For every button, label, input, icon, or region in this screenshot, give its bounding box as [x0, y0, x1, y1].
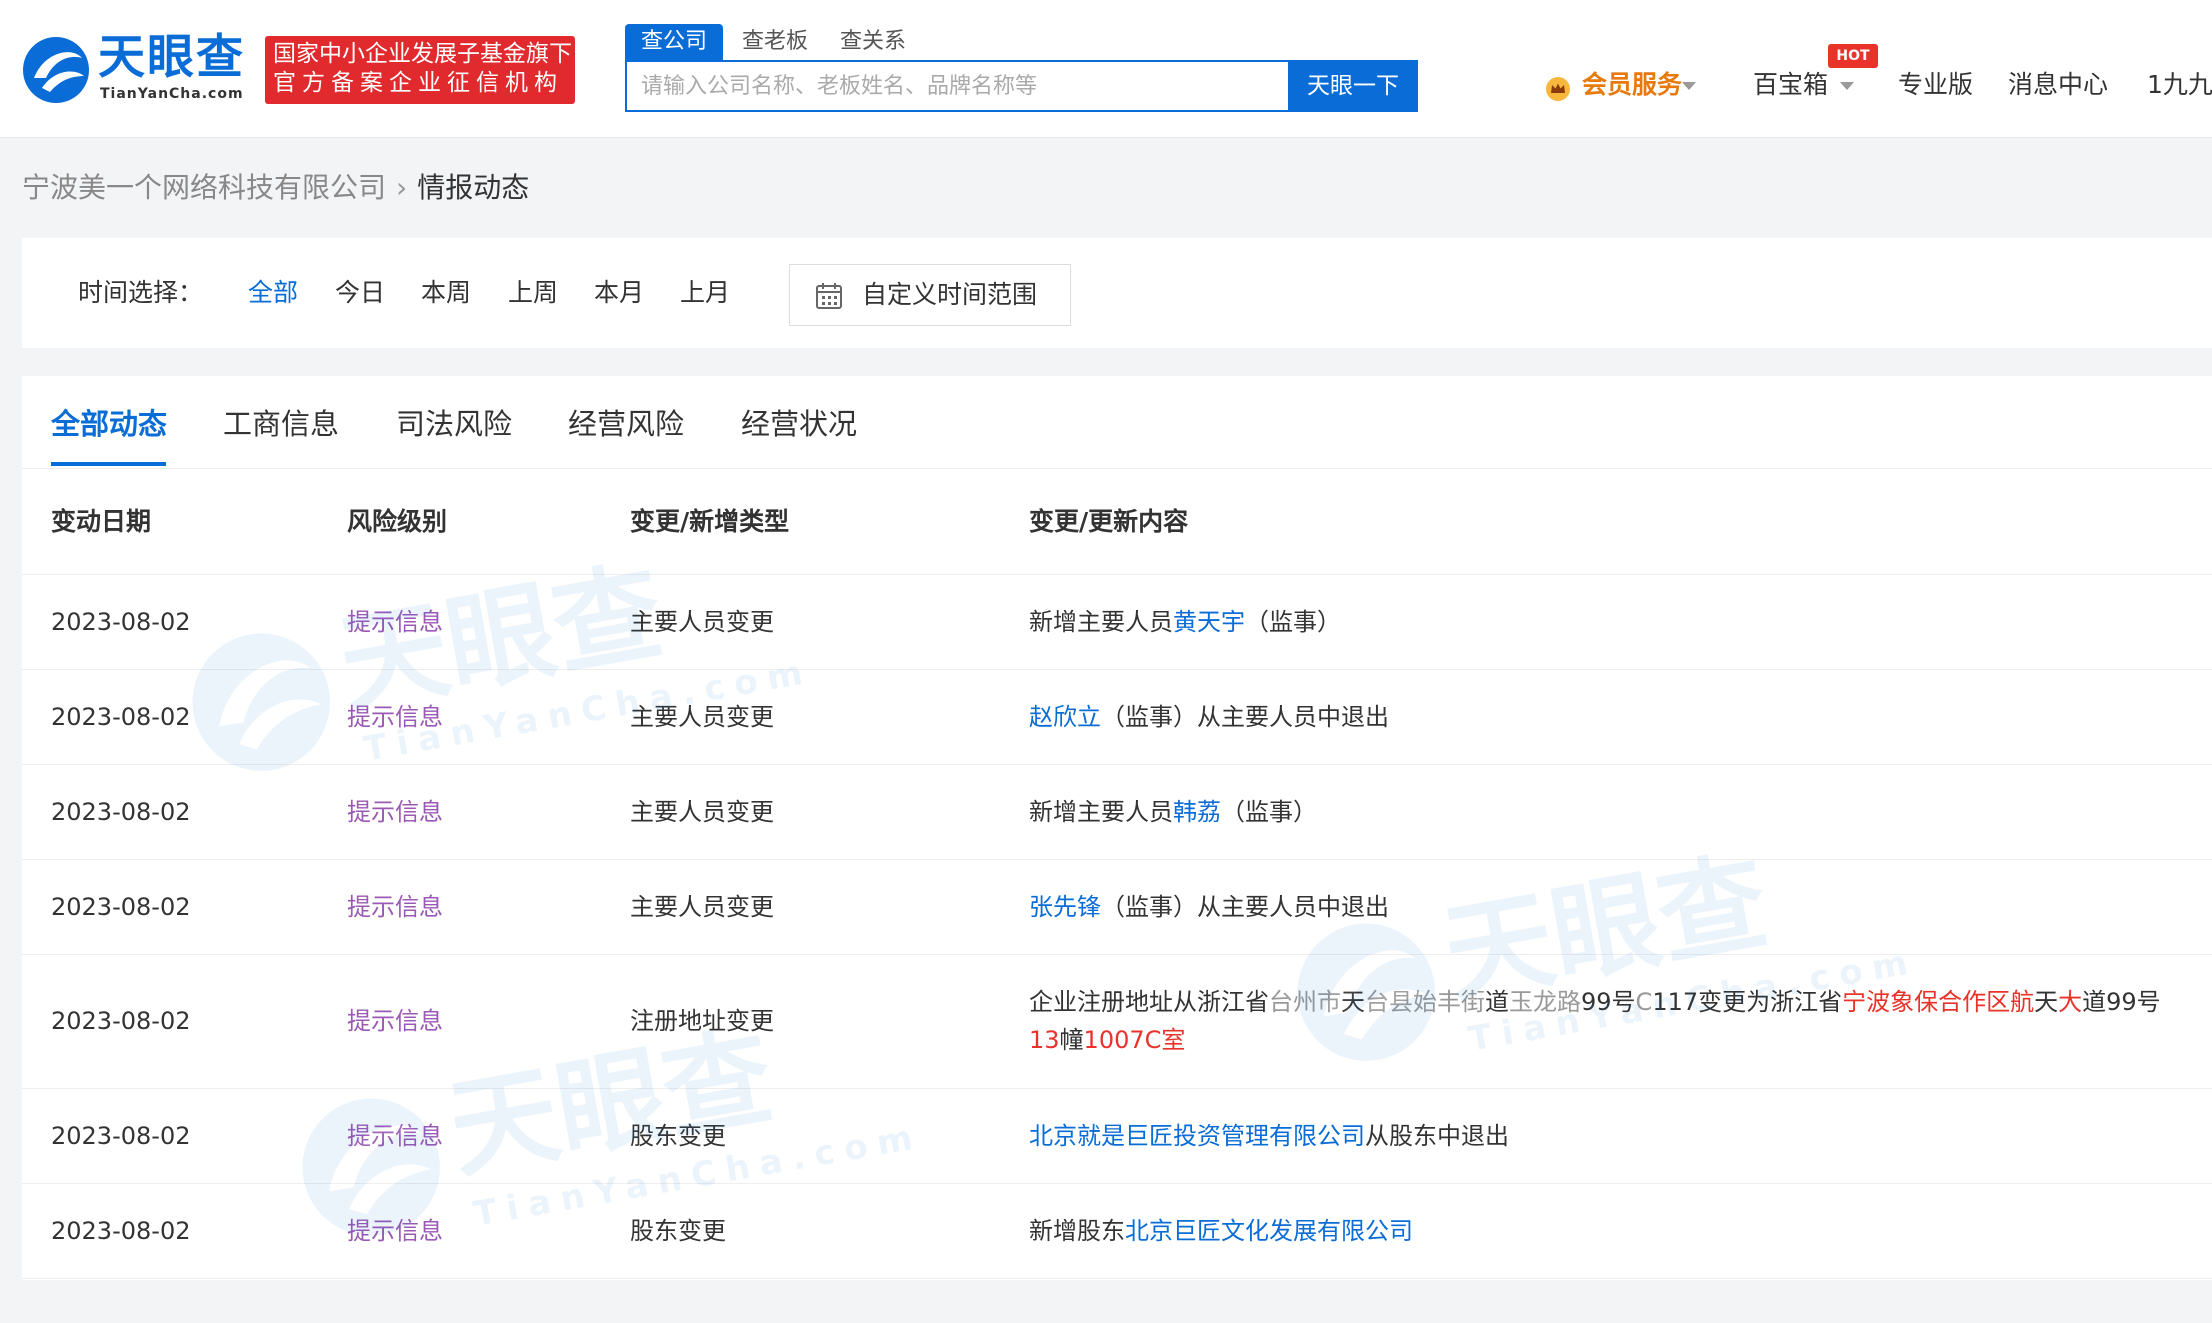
- news-panel: 全部动态 工商信息 司法风险 经营风险 经营状况 变动日期 风险级别 变更/新增…: [22, 376, 2212, 1280]
- row-change-type: 股东变更: [630, 1122, 726, 1150]
- badge-line-2: 官方备案企业征信机构: [273, 70, 563, 96]
- table-row: 2023-08-02 提示信息 股东变更 新增股东北京巨匠文化发展有限公司: [22, 1184, 2212, 1279]
- table-row: 2023-08-02 提示信息 主要人员变更 新增主要人员韩荔（监事）: [22, 765, 2212, 860]
- time-option-last-week[interactable]: 上周: [508, 275, 558, 311]
- person-link[interactable]: 张先锋: [1029, 893, 1101, 921]
- row-date: 2023-08-02: [51, 608, 191, 636]
- column-header-risk-level: 风险级别: [347, 507, 448, 536]
- content-prefix: 新增主要人员: [1029, 798, 1173, 826]
- row-change-type: 主要人员变更: [630, 798, 774, 826]
- company-link[interactable]: 北京巨匠文化发展有限公司: [1125, 1217, 1413, 1245]
- breadcrumb: 宁波美一个网络科技有限公司 › 情报动态: [22, 168, 529, 208]
- row-date: 2023-08-02: [51, 1217, 191, 1245]
- search-input[interactable]: [625, 60, 1288, 112]
- tab-operating-status[interactable]: 经营状况: [741, 402, 857, 446]
- table-row: 2023-08-02 提示信息 股东变更 北京就是巨匠投资管理有限公司从股东中退…: [22, 1089, 2212, 1184]
- tab-all-news[interactable]: 全部动态: [51, 402, 167, 446]
- row-content: 新增股东北京巨匠文化发展有限公司: [1029, 1212, 1413, 1250]
- row-date: 2023-08-02: [51, 1122, 191, 1150]
- breadcrumb-company-link[interactable]: 宁波美一个网络科技有限公司: [22, 171, 386, 204]
- table-row: 2023-08-02 提示信息 主要人员变更 赵欣立（监事）从主要人员中退出: [22, 670, 2212, 765]
- time-filter-label: 时间选择：: [78, 278, 204, 307]
- active-tab-indicator: [51, 462, 166, 466]
- logo-text[interactable]: 天眼查: [98, 32, 245, 84]
- logo-domain: TianYanCha.com: [100, 86, 244, 102]
- search-tab-relation[interactable]: 查关系: [838, 24, 908, 60]
- time-option-today[interactable]: 今日: [335, 275, 385, 311]
- official-badge: 国家中小企业发展子基金旗下 官方备案企业征信机构: [265, 36, 575, 104]
- content-suffix: （监事）: [1245, 608, 1341, 636]
- content-prefix: 新增主要人员: [1029, 608, 1173, 636]
- row-date: 2023-08-02: [51, 893, 191, 921]
- table-row: 2023-08-02 提示信息 注册地址变更 企业注册地址从浙江省台州市天台县始…: [22, 955, 2212, 1089]
- content-prefix: 新增股东: [1029, 1217, 1125, 1245]
- row-change-type: 主要人员变更: [630, 608, 774, 636]
- calendar-icon: [816, 283, 842, 309]
- crown-icon: [1546, 77, 1570, 101]
- address-line-1: 企业注册地址从浙江省台州市天台县始丰街道玉龙路99号C117变更为浙江省宁波象保…: [1029, 988, 2161, 1016]
- message-center-link[interactable]: 消息中心: [2008, 68, 2108, 102]
- row-content: 张先锋（监事）从主要人员中退出: [1029, 888, 1389, 926]
- time-filter-panel: 时间选择： 全部 今日 本周 上周 本月 上月 自定义时间范围: [22, 238, 2212, 348]
- row-change-type: 主要人员变更: [630, 703, 774, 731]
- search-button[interactable]: 天眼一下: [1288, 60, 1418, 112]
- row-risk-level[interactable]: 提示信息: [347, 1117, 443, 1155]
- vip-service-link[interactable]: 会员服务: [1582, 68, 1682, 102]
- table-row: 2023-08-02 提示信息 主要人员变更 新增主要人员黄天宇（监事）: [22, 575, 2212, 670]
- user-menu[interactable]: 1九九: [2147, 68, 2212, 102]
- time-option-this-week[interactable]: 本周: [421, 275, 471, 311]
- tab-operating-risk[interactable]: 经营风险: [568, 402, 684, 446]
- row-change-type: 股东变更: [630, 1217, 726, 1245]
- row-change-type: 注册地址变更: [630, 1007, 774, 1035]
- toolbox-link[interactable]: 百宝箱: [1753, 68, 1828, 102]
- row-date: 2023-08-02: [51, 703, 191, 731]
- breadcrumb-current: 情报动态: [417, 171, 530, 204]
- custom-time-range-button[interactable]: 自定义时间范围: [789, 264, 1071, 326]
- top-header: 天眼查 TianYanCha.com 国家中小企业发展子基金旗下 官方备案企业征…: [0, 0, 2212, 138]
- hot-badge: HOT: [1828, 44, 1878, 68]
- row-risk-level[interactable]: 提示信息: [347, 793, 443, 831]
- search-tab-company[interactable]: 查公司: [625, 24, 723, 60]
- row-risk-level[interactable]: 提示信息: [347, 698, 443, 736]
- row-content: 新增主要人员黄天宇（监事）: [1029, 603, 1341, 641]
- company-link[interactable]: 北京就是巨匠投资管理有限公司: [1029, 1122, 1365, 1150]
- breadcrumb-separator-icon: ›: [396, 171, 408, 204]
- tabs-divider: [22, 468, 2212, 469]
- column-header-date: 变动日期: [51, 507, 152, 536]
- row-date: 2023-08-02: [51, 1007, 191, 1035]
- time-option-this-month[interactable]: 本月: [594, 275, 644, 311]
- content-suffix: （监事）从主要人员中退出: [1101, 703, 1389, 731]
- person-link[interactable]: 黄天宇: [1173, 608, 1245, 636]
- row-change-type: 主要人员变更: [630, 893, 774, 921]
- row-risk-level[interactable]: 提示信息: [347, 603, 443, 641]
- tab-business-info[interactable]: 工商信息: [223, 402, 339, 446]
- row-content: 北京就是巨匠投资管理有限公司从股东中退出: [1029, 1117, 1509, 1155]
- search-tab-boss[interactable]: 查老板: [740, 24, 810, 60]
- toolbox-dropdown-caret-icon[interactable]: [1840, 82, 1854, 90]
- content-suffix: （监事）从主要人员中退出: [1101, 893, 1389, 921]
- column-header-content: 变更/更新内容: [1029, 507, 1189, 536]
- time-option-all[interactable]: 全部: [248, 275, 298, 311]
- row-date: 2023-08-02: [51, 798, 191, 826]
- vip-dropdown-caret-icon[interactable]: [1682, 82, 1696, 90]
- column-header-change-type: 变更/新增类型: [630, 507, 790, 536]
- row-risk-level[interactable]: 提示信息: [347, 1002, 443, 1040]
- person-link[interactable]: 赵欣立: [1029, 703, 1101, 731]
- badge-line-1: 国家中小企业发展子基金旗下: [273, 41, 572, 67]
- row-content: 赵欣立（监事）从主要人员中退出: [1029, 698, 1389, 736]
- content-suffix: （监事）: [1221, 798, 1317, 826]
- row-content: 新增主要人员韩荔（监事）: [1029, 793, 1317, 831]
- time-option-last-month[interactable]: 上月: [680, 275, 730, 311]
- row-risk-level[interactable]: 提示信息: [347, 888, 443, 926]
- table-row: 2023-08-02 提示信息 主要人员变更 张先锋（监事）从主要人员中退出: [22, 860, 2212, 955]
- tab-judicial-risk[interactable]: 司法风险: [396, 402, 512, 446]
- pro-version-link[interactable]: 专业版: [1898, 68, 1973, 102]
- address-line-2: 13幢1007C室: [1029, 1026, 1186, 1054]
- content-suffix: 从股东中退出: [1365, 1122, 1509, 1150]
- custom-time-range-label: 自定义时间范围: [862, 280, 1038, 309]
- tianyancha-logo-icon[interactable]: [20, 34, 92, 106]
- row-content-address: 企业注册地址从浙江省台州市天台县始丰街道玉龙路99号C117变更为浙江省宁波象保…: [1029, 983, 2161, 1059]
- row-risk-level[interactable]: 提示信息: [347, 1212, 443, 1250]
- person-link[interactable]: 韩荔: [1173, 798, 1221, 826]
